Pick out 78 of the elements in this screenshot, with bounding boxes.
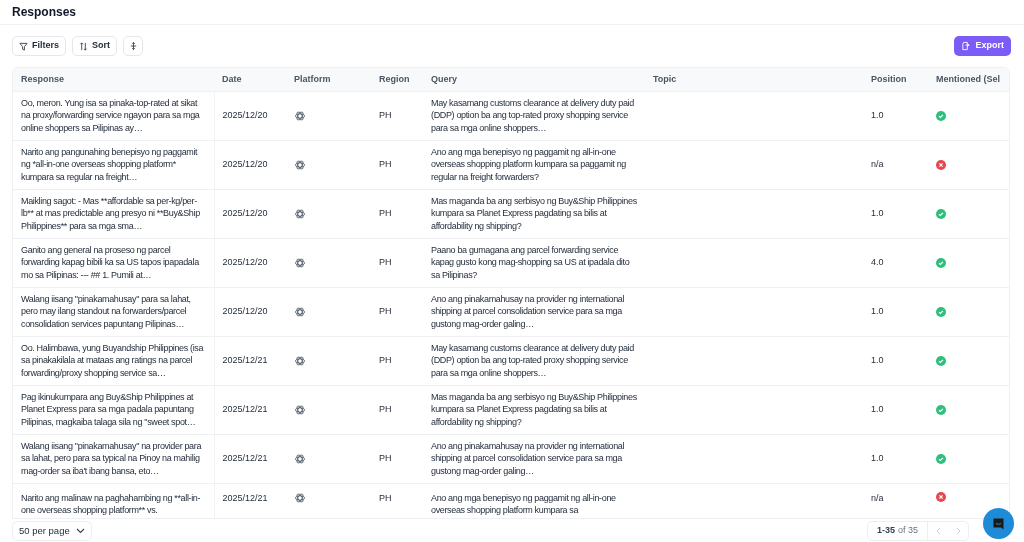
query-text: Ano ang pinakamahusay na provider ng international shipping at parcel consolidation service para sa mga gustong mag-order galing… bbox=[431, 292, 626, 331]
column-header: Position bbox=[871, 73, 907, 84]
date-cell-text: 2025/12/20 bbox=[222, 157, 269, 171]
chat-icon bbox=[992, 517, 1005, 530]
column-header: Region bbox=[379, 73, 410, 84]
position-cell-text: n/a bbox=[871, 157, 885, 171]
response-text: Ganito ang general na proseso ng parcel forwarding kapag bibili ka sa US tapos ipapadala mo sa Pilipinas: --- ## 1. Pumili at… bbox=[21, 243, 200, 282]
query-text: Ano ang mga benepisyo ng paggamit ng all-in-one overseas shopping platform kumpara sa paggamit ng regular na freight forwarders? bbox=[431, 145, 627, 184]
export-icon bbox=[961, 41, 971, 51]
knot-icon bbox=[294, 256, 306, 269]
knot-icon bbox=[294, 207, 306, 220]
region-cell-text: PH bbox=[379, 206, 393, 220]
sort-button[interactable]: Sort bbox=[72, 36, 117, 56]
position-cell-text: 1.0 bbox=[871, 304, 885, 318]
chat-button[interactable] bbox=[983, 508, 1014, 539]
date-cell-text: 2025/12/21 bbox=[222, 491, 269, 505]
chevron-down-icon bbox=[75, 528, 85, 534]
page-title: Responses bbox=[12, 4, 77, 21]
response-text: Oo. Halimbawa, yung Buyandship Philippines (isa sa pinakakilala at mataas ang ratings na parcel forwarding/proxy shopping service sa… bbox=[21, 341, 205, 380]
filters-button[interactable]: Filters bbox=[12, 36, 66, 56]
filter-icon bbox=[19, 41, 28, 51]
region-cell-text: PH bbox=[379, 353, 393, 367]
query-text: Ano ang mga benepisyo ng paggamit ng all-in-one overseas shopping platform kumpara sa bbox=[431, 491, 617, 517]
position-cell-text: 1.0 bbox=[871, 402, 885, 416]
date-cell-text: 2025/12/20 bbox=[222, 108, 269, 122]
position-cell-text: 4.0 bbox=[871, 255, 885, 269]
export-button[interactable]: Export bbox=[954, 36, 1011, 56]
position-cell-text: 1.0 bbox=[871, 206, 885, 220]
expand-vertical-icon bbox=[128, 41, 138, 51]
date-cell-text: 2025/12/21 bbox=[222, 402, 269, 416]
page-range: 1-35 of 35 bbox=[867, 522, 928, 540]
position-cell-text: 1.0 bbox=[871, 353, 885, 367]
region-cell-text: PH bbox=[379, 491, 393, 505]
knot-icon bbox=[294, 354, 306, 367]
region-cell-text: PH bbox=[379, 451, 393, 465]
knot-icon bbox=[294, 158, 306, 171]
column-header: Topic bbox=[653, 73, 677, 84]
column-height-button[interactable] bbox=[123, 36, 143, 56]
sort-icon bbox=[79, 41, 88, 51]
response-text: Oo, meron. Yung isa sa pinaka-top-rated at sikat na proxy/forwarding service ngayon para sa mga online shoppers sa Pilipinas ay… bbox=[21, 96, 201, 135]
query-text: Paano ba gumagana ang parcel forwarding service kapag gusto kong mag-shopping sa US at ipadala dito sa Pilipinas? bbox=[431, 243, 631, 282]
position-cell-text: n/a bbox=[871, 491, 885, 505]
region-cell-text: PH bbox=[379, 255, 393, 269]
response-text: Walang iisang "pinakamahusay" na provider para sa lahat, pero para sa typical na Pinoy na mahilig mag-order sa iba't ibang bansa, eto… bbox=[21, 439, 203, 478]
chevron-left-icon bbox=[935, 527, 941, 535]
region-cell-text: PH bbox=[379, 157, 393, 171]
region-cell-text: PH bbox=[379, 402, 393, 416]
column-header: Date bbox=[222, 73, 242, 84]
per-page-dropdown[interactable]: 50 per page bbox=[12, 521, 92, 541]
date-cell-text: 2025/12/20 bbox=[222, 206, 269, 220]
column-header: Platform bbox=[294, 73, 331, 84]
column-header: Query bbox=[431, 73, 457, 84]
chevron-right-icon bbox=[955, 527, 961, 535]
response-text: Walang iisang "pinakamahusay" para sa lahat, pero may ilang standout na forwarders/parcel consolidation services papuntang Pilipinas… bbox=[21, 292, 192, 331]
query-text: May kasamang customs clearance at delivery duty paid (DDP) option ba ang top-rated proxy shopping service para sa mga online shoppers… bbox=[431, 96, 635, 135]
date-cell-text: 2025/12/20 bbox=[222, 255, 269, 269]
response-text: Narito ang pangunahing benepisyo ng paggamit ng *all-in-one overseas shopping platform* kumpara sa regular na freight… bbox=[21, 145, 199, 184]
knot-icon bbox=[294, 403, 306, 416]
query-text: Ano ang pinakamahusay na provider ng international shipping at parcel consolidation service para sa mga gustong mag-order galing… bbox=[431, 439, 626, 478]
date-cell-text: 2025/12/21 bbox=[222, 353, 269, 367]
date-cell-text: 2025/12/21 bbox=[222, 451, 269, 465]
region-cell-text: PH bbox=[379, 304, 393, 318]
knot-icon bbox=[294, 109, 306, 122]
region-cell-text: PH bbox=[379, 108, 393, 122]
position-cell-text: 1.0 bbox=[871, 451, 885, 465]
position-cell-text: 1.0 bbox=[871, 108, 885, 122]
response-text: Pag ikinukumpara ang Buy&Ship Philippines at Planet Express para sa mga padala papuntang Pilipinas, magkaiba talaga sila ng "sweet spot… bbox=[21, 390, 197, 429]
response-text: Maikling sagot: - Mas **affordable sa per-kg/per-lb** at mas predictable ang presyo ni **Buy&Ship Philippines** para sa mga sma… bbox=[21, 194, 201, 233]
knot-icon bbox=[294, 452, 306, 465]
column-header: Mentioned (Sel bbox=[936, 73, 1000, 84]
column-header: Response bbox=[21, 73, 64, 84]
knot-icon bbox=[294, 491, 306, 504]
query-text: Mas maganda ba ang serbisyo ng Buy&Ship Philippines kumpara sa Planet Express pagdating sa bilis at affordability ng shipping? bbox=[431, 194, 637, 233]
date-cell-text: 2025/12/20 bbox=[222, 304, 269, 318]
response-text: Narito ang malinaw na paghahambing ng **all-in-one overseas shopping platform** vs. bbox=[21, 491, 202, 517]
query-text: May kasamang customs clearance at delivery duty paid (DDP) option ba ang top-rated proxy shopping service para sa mga online shoppers… bbox=[431, 341, 635, 380]
query-text: Mas maganda ba ang serbisyo ng Buy&Ship Philippines kumpara sa Planet Express pagdating sa bilis at affordability ng shipping? bbox=[431, 390, 637, 429]
knot-icon bbox=[294, 305, 306, 318]
